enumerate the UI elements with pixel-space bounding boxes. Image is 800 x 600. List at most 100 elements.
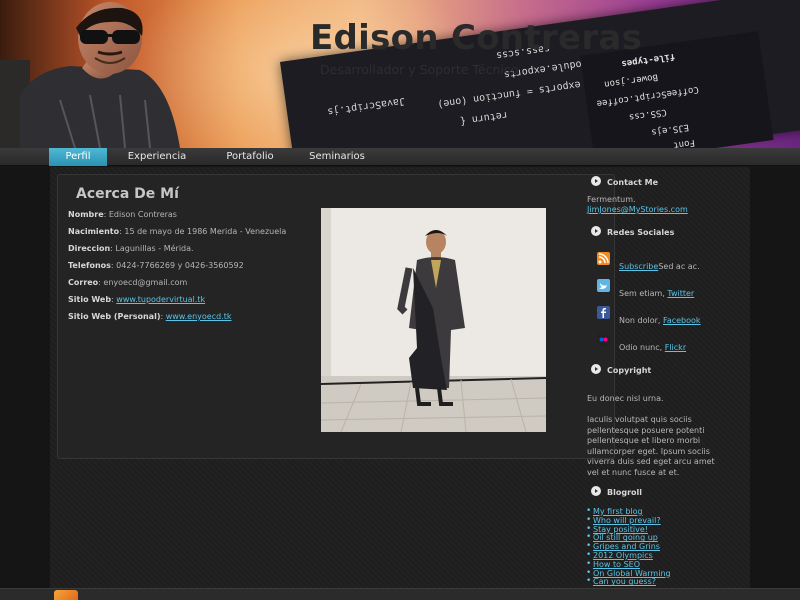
bullet-arrow-icon (591, 486, 601, 496)
social-heading-label: Redes Sociales (607, 228, 675, 237)
blogroll-link[interactable]: Can you guess? (593, 577, 656, 586)
info-label: Correo (68, 278, 99, 287)
info-sitio-web-personal: Sitio Web (Personal): www.enyoecd.tk (68, 312, 232, 321)
copyright-heading: Copyright (591, 363, 651, 377)
social-row-flickr: Odio nunc, Flickr (619, 343, 686, 354)
blogroll-link[interactable]: How to SEO (593, 560, 640, 569)
social-text: Odio nunc, (619, 343, 665, 352)
info-nombre: Nombre: Edison Contreras (68, 210, 177, 219)
blogroll-link[interactable]: Oil still going up (593, 533, 658, 542)
flickr-link[interactable]: Flickr (665, 343, 686, 352)
blogroll-link[interactable]: Gripes and Grins (593, 542, 660, 551)
code-line: CSS.css (628, 106, 668, 122)
code-line: exports = function (one) (436, 78, 582, 110)
info-label: Direccion (68, 244, 111, 253)
info-label: Nacimiento (68, 227, 120, 236)
tab-seminarios[interactable]: Seminarios (296, 148, 378, 166)
contact-heading-label: Contact Me (607, 178, 659, 187)
sitio-web-link[interactable]: www.tupodervirtual.tk (116, 295, 205, 304)
copyright-line: Iaculis volutpat quis sociis (587, 415, 692, 424)
info-direccion: Direccion: Lagunillas - Mérida. (68, 244, 194, 253)
copyright-line: vel et nunc fusce at et. (587, 467, 680, 477)
sidebar: Contact Me Fermentum. JimJones@MyStories… (586, 167, 750, 600)
blogroll-item[interactable]: Who will prevail? (586, 515, 661, 525)
blogroll-link[interactable]: Stay positive! (593, 525, 648, 534)
blogroll-item[interactable]: Can you guess? (586, 576, 656, 586)
blogroll-link[interactable]: On Global Warming (593, 569, 671, 578)
blogroll-item[interactable]: On Global Warming (586, 568, 671, 578)
blogroll-item[interactable]: How to SEO (586, 559, 640, 569)
blogroll-heading-label: Blogroll (607, 488, 642, 497)
tab-perfil[interactable]: Perfil (49, 148, 107, 166)
info-correo: Correo: enyoecd@gmail.com (68, 278, 187, 287)
main-nav: Perfil Experiencia Portafolio Seminarios (0, 148, 800, 166)
rss-icon[interactable] (597, 252, 610, 265)
copyright-line: ullamcorper eget. Ipsum sociis (587, 446, 710, 456)
facebook-icon[interactable] (597, 306, 610, 319)
social-row-twitter: Sem etiam, Twitter (619, 289, 694, 300)
social-text: Sed ac ac. (658, 262, 700, 271)
info-nacimiento: Nacimiento: 15 de mayo de 1986 Merida - … (68, 227, 286, 236)
info-value: : Lagunillas - Mérida. (110, 244, 194, 253)
info-label: Telefonos (68, 261, 111, 270)
blogroll-link[interactable]: Who will prevail? (593, 516, 661, 525)
site-title: Edison Contreras (310, 18, 643, 58)
code-line: JavaScript.js (326, 95, 406, 117)
blogroll-link[interactable]: 2012 Olympics (593, 551, 653, 560)
subscribe-link[interactable]: Subscribe (619, 262, 658, 271)
code-line: EJS.ejs (650, 121, 690, 137)
bullet-arrow-icon (591, 364, 601, 374)
header-portrait (0, 2, 180, 148)
twitter-icon[interactable] (597, 279, 610, 292)
tab-experiencia[interactable]: Experiencia (114, 148, 200, 166)
blogroll-item[interactable]: 2012 Olympics (586, 550, 653, 560)
page-title: Acerca De Mí (76, 186, 179, 202)
info-value: : enyoecd@gmail.com (98, 278, 188, 287)
info-label: Nombre (68, 210, 104, 219)
about-panel: Acerca De Mí Nombre: Edison Contreras Na… (57, 174, 615, 459)
info-value: : 0424-7766269 y 0426-3560592 (110, 261, 244, 270)
info-sitio-web: Sitio Web: www.tupodervirtual.tk (68, 295, 205, 304)
site-footer (0, 588, 800, 600)
blogroll-item[interactable]: My first blog (586, 506, 643, 516)
bullet-arrow-icon (591, 226, 601, 236)
copyright-line: viverra duis sed eget arcu amet (587, 457, 715, 466)
code-line: Font (672, 136, 696, 148)
info-value: : Edison Contreras (103, 210, 177, 219)
info-telefonos: Telefonos: 0424-7766269 y 0426-3560592 (68, 261, 244, 270)
blogroll-heading: Blogroll (591, 485, 642, 499)
profile-photo (321, 208, 546, 432)
social-text: Sem etiam, (619, 289, 668, 298)
blogroll-item[interactable]: Gripes and Grins (586, 541, 660, 551)
social-row-rss: SubscribeSed ac ac. (619, 262, 700, 273)
site-tagline: Desarrollador y Soporte Técnico (320, 62, 519, 77)
social-row-facebook: Non dolor, Facebook (619, 316, 701, 327)
code-line: return { (459, 108, 509, 127)
copyright-line: pellentesque et libero morbi (587, 436, 701, 445)
facebook-link[interactable]: Facebook (663, 316, 701, 325)
blogroll-item[interactable]: Oil still going up (586, 532, 658, 542)
contact-text: Fermentum. (587, 195, 636, 204)
twitter-link[interactable]: Twitter (667, 289, 694, 298)
info-label: Sitio Web (68, 295, 112, 304)
code-line: Bower.json (603, 71, 659, 89)
sitio-web-personal-link[interactable]: www.enyoecd.tk (166, 312, 232, 321)
tab-portafolio[interactable]: Portafolio (212, 148, 288, 166)
page-wrapper: Acerca De Mí Nombre: Edison Contreras Na… (50, 167, 750, 600)
contact-email-link[interactable]: JimJones@MyStories.com (587, 205, 688, 214)
rss-feed-icon[interactable] (54, 590, 78, 600)
flickr-icon[interactable] (597, 333, 610, 346)
blogroll-item[interactable]: Stay positive! (586, 524, 648, 534)
info-label: Sitio Web (Personal) (68, 312, 161, 321)
copyright-heading-label: Copyright (607, 366, 652, 375)
contact-email-row: JimJones@MyStories.com (587, 205, 688, 216)
social-heading: Redes Sociales (591, 225, 674, 239)
site-header: return { exports = function (one) module… (0, 0, 800, 148)
info-value: : 15 de mayo de 1986 Merida - Venezuela (119, 227, 287, 236)
copyright-text-1: Eu donec nisl urna. (587, 394, 664, 403)
contact-heading: Contact Me (591, 175, 658, 189)
blogroll-link[interactable]: My first blog (593, 507, 643, 516)
bullet-arrow-icon (591, 176, 601, 186)
social-text: Non dolor, (619, 316, 663, 325)
copyright-line: pellentesque posuere potenti (587, 425, 705, 435)
